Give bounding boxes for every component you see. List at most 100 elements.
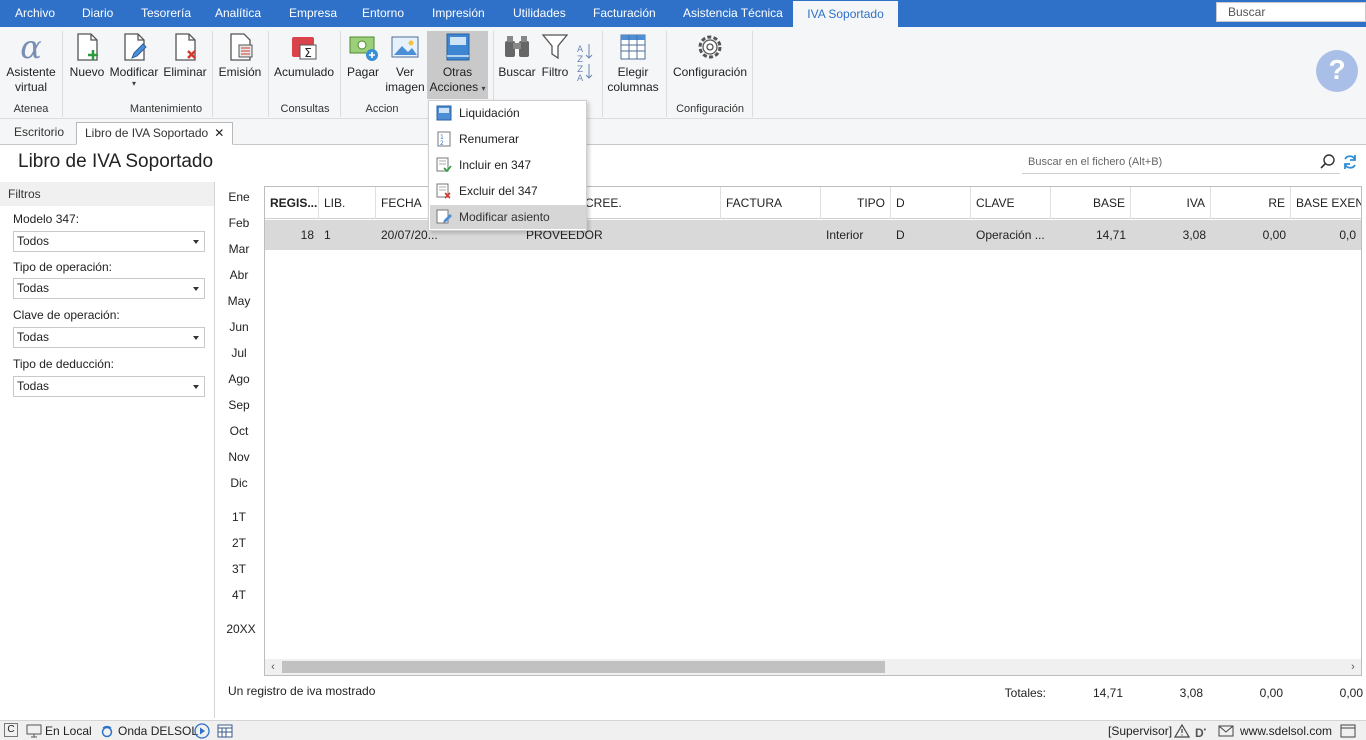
scroll-left-icon[interactable]: ‹ xyxy=(265,659,281,675)
month-oct[interactable]: Oct xyxy=(222,424,256,438)
month-may[interactable]: May xyxy=(222,294,256,308)
menu-bar: Archivo Diario Tesorería Analítica Empre… xyxy=(0,0,1366,27)
emision-button[interactable]: Emisión xyxy=(218,31,262,80)
month-mar[interactable]: Mar xyxy=(222,242,256,256)
col-base[interactable]: BASE xyxy=(1051,187,1131,219)
month-dic[interactable]: Dic xyxy=(222,476,256,490)
asistente-virtual-button[interactable]: α Asistente virtual xyxy=(4,31,58,95)
menu-analitica[interactable]: Analítica xyxy=(215,0,261,27)
eliminar-button[interactable]: Eliminar xyxy=(162,31,208,80)
tab-escritorio[interactable]: Escritorio xyxy=(6,122,72,145)
elegir-columnas-button[interactable]: Elegir columnas xyxy=(606,31,660,95)
year-selector[interactable]: 20XX xyxy=(222,622,260,636)
ribbon-separator xyxy=(340,31,341,117)
group-configuracion: Configuración xyxy=(676,103,744,115)
menu-item-liquidacion[interactable]: Liquidación xyxy=(430,101,586,125)
col-tipo[interactable]: TIPO xyxy=(821,187,891,219)
quarter-2t[interactable]: 2T xyxy=(222,536,256,550)
month-abr[interactable]: Abr xyxy=(222,268,256,282)
edit-document-icon xyxy=(124,33,147,61)
menu-item-excluir-347[interactable]: Excluir del 347 xyxy=(430,179,586,203)
chevron-down-icon xyxy=(193,336,199,340)
quarter-1t[interactable]: 1T xyxy=(222,510,256,524)
col-factura[interactable]: FACTURA xyxy=(721,187,821,219)
month-jun[interactable]: Jun xyxy=(222,320,256,334)
menu-item-modificar-asiento[interactable]: Modificar asiento xyxy=(430,205,586,229)
menu-diario[interactable]: Diario xyxy=(82,0,113,27)
search-icon[interactable] xyxy=(1320,154,1336,170)
mail-icon[interactable] xyxy=(1218,725,1234,737)
col-clave[interactable]: CLAVE xyxy=(971,187,1051,219)
quarter-3t[interactable]: 3T xyxy=(222,562,256,576)
edit-entry-icon xyxy=(436,209,452,224)
tipo-operacion-select[interactable]: Todas xyxy=(13,278,205,299)
menu-empresa[interactable]: Empresa xyxy=(289,0,337,27)
menu-facturacion[interactable]: Facturación xyxy=(593,0,656,27)
menu-item-incluir-347[interactable]: Incluir en 347 xyxy=(430,153,586,177)
modelo-347-select[interactable]: Todos xyxy=(13,231,205,252)
col-lib[interactable]: LIB. xyxy=(319,187,376,219)
configuracion-button[interactable]: Configuración xyxy=(670,31,750,80)
menu-entorno[interactable]: Entorno xyxy=(362,0,404,27)
filtro-button[interactable]: Filtro xyxy=(538,31,572,80)
menu-archivo[interactable]: Archivo xyxy=(15,0,55,27)
columns-icon xyxy=(620,34,646,60)
menu-utilidades[interactable]: Utilidades xyxy=(513,0,566,27)
ribbon-separator xyxy=(268,31,269,117)
month-nov[interactable]: Nov xyxy=(222,450,256,464)
sort-az-button[interactable]: AZZA xyxy=(574,41,596,85)
calculator-icon[interactable] xyxy=(217,724,233,738)
month-ene[interactable]: Ene xyxy=(222,190,256,204)
otras-acciones-button[interactable]: Otras Acciones ▾ xyxy=(427,31,488,99)
play-icon[interactable] xyxy=(194,723,210,739)
delsol-icon[interactable]: D• xyxy=(1195,723,1206,740)
onda-icon xyxy=(101,725,113,738)
col-regis[interactable]: REGIS... xyxy=(265,187,319,219)
sort-icon: AZZA xyxy=(577,44,593,84)
tipo-deduccion-select[interactable]: Todas xyxy=(13,376,205,397)
menu-impresion[interactable]: Impresión xyxy=(432,0,485,27)
modificar-button[interactable]: Modificar ▾ xyxy=(108,31,160,88)
acumulado-button[interactable]: Σ Acumulado xyxy=(273,31,335,80)
col-iva[interactable]: IVA xyxy=(1131,187,1211,219)
nuevo-button[interactable]: Nuevo xyxy=(68,31,106,80)
month-feb[interactable]: Feb xyxy=(222,216,256,230)
menu-search-input[interactable]: Buscar xyxy=(1216,2,1366,22)
scroll-right-icon[interactable]: › xyxy=(1345,659,1361,675)
tipo-operacion-label: Tipo de operación: xyxy=(13,260,112,274)
month-sep[interactable]: Sep xyxy=(222,398,256,412)
clave-operacion-select[interactable]: Todas xyxy=(13,327,205,348)
month-jul[interactable]: Jul xyxy=(222,346,256,360)
col-d[interactable]: D xyxy=(891,187,971,219)
quarter-4t[interactable]: 4T xyxy=(222,588,256,602)
close-icon[interactable]: ✕ xyxy=(214,126,224,140)
menu-iva-soportado[interactable]: IVA Soportado xyxy=(793,0,898,27)
scrollbar-thumb[interactable] xyxy=(282,661,885,673)
renumber-icon: 12 xyxy=(437,131,451,147)
window-icon[interactable] xyxy=(1340,724,1356,738)
buscar-button[interactable]: Buscar xyxy=(498,31,536,80)
file-search-input[interactable]: Buscar en el fichero (Alt+B) xyxy=(1022,150,1340,174)
tab-libro-iva[interactable]: Libro de IVA Soportado ✕ xyxy=(76,122,234,145)
ver-imagen-button[interactable]: Ver imagen xyxy=(384,31,426,95)
warning-icon[interactable] xyxy=(1174,724,1190,738)
cell-d: D xyxy=(896,228,905,242)
menu-asistencia[interactable]: Asistencia Técnica xyxy=(683,0,783,27)
col-re[interactable]: RE xyxy=(1211,187,1291,219)
money-icon xyxy=(349,36,378,61)
modificar-dropdown-arrow: ▾ xyxy=(131,79,136,88)
status-web[interactable]: www.sdelsol.com xyxy=(1240,723,1332,739)
month-ago[interactable]: Ago xyxy=(222,372,256,386)
cell-regis: 18 xyxy=(300,228,314,242)
horizontal-scrollbar[interactable]: ‹ › xyxy=(265,659,1361,675)
filter-icon xyxy=(541,34,569,60)
totals-label: Totales: xyxy=(1004,686,1046,700)
pagar-button[interactable]: Pagar xyxy=(345,31,381,80)
menu-item-renumerar[interactable]: 12 Renumerar xyxy=(430,127,586,151)
refresh-icon[interactable] xyxy=(1342,154,1358,170)
menu-tesoreria[interactable]: Tesorería xyxy=(141,0,191,27)
col-base-exenta[interactable]: BASE EXENTA xyxy=(1291,187,1361,219)
help-icon[interactable]: ? xyxy=(1316,50,1358,92)
book-icon xyxy=(446,33,469,61)
cell-clave: Operación ... xyxy=(976,228,1045,242)
